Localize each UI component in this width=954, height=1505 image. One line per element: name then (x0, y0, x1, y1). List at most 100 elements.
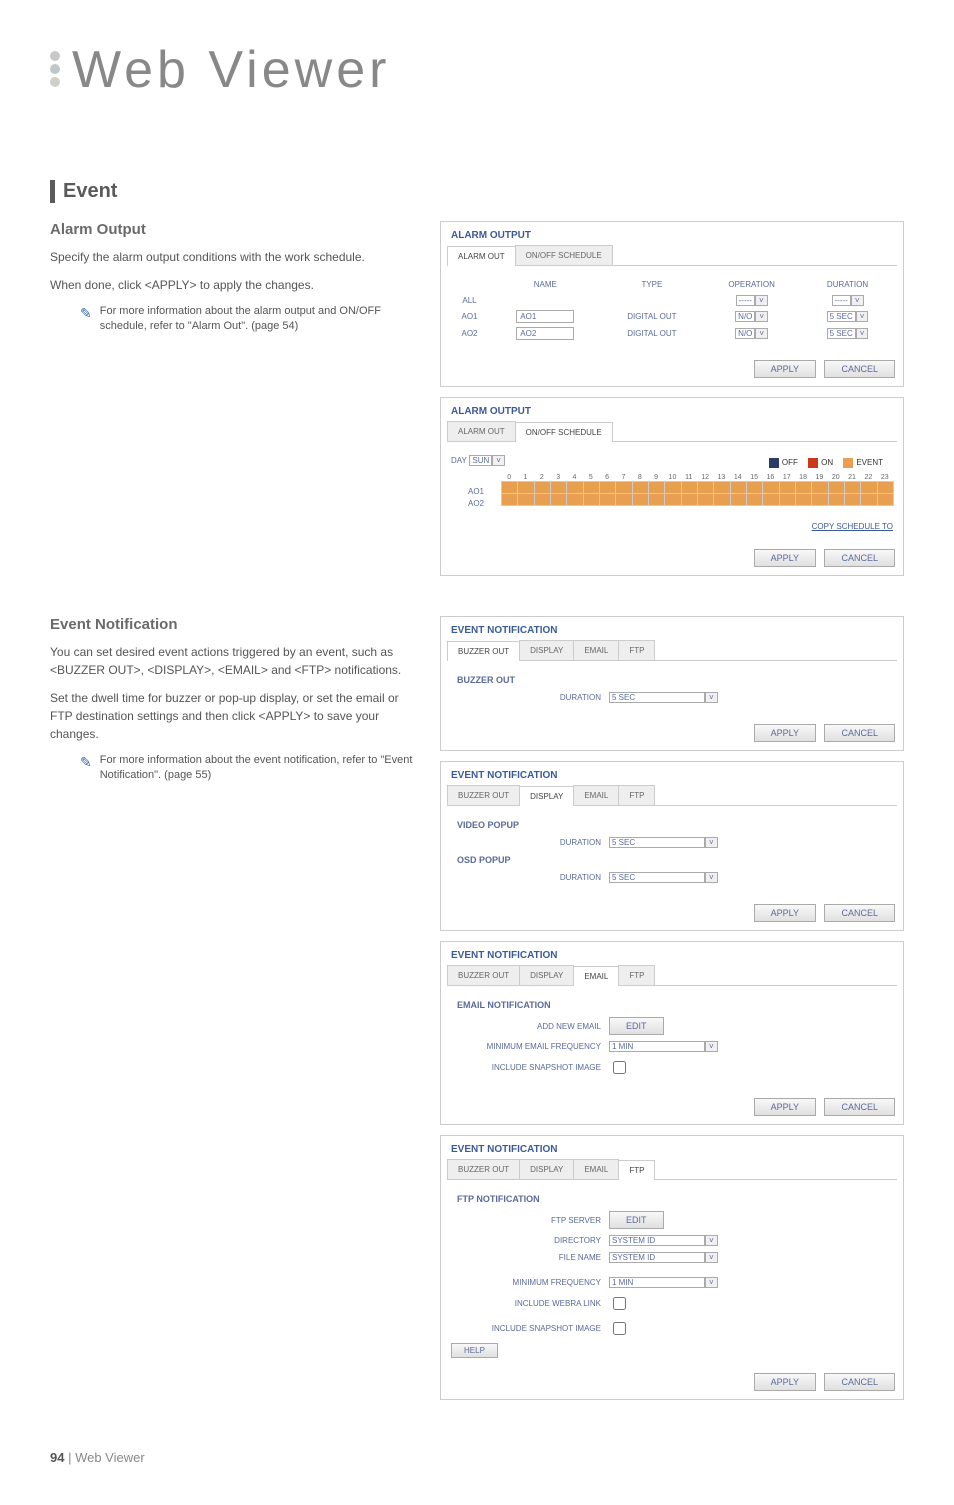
cancel-button[interactable]: CANCEL (824, 724, 895, 742)
hour-header: 01234567891011121314151617181920212223 (501, 474, 893, 481)
tab-buzzer-out[interactable]: BUZZER OUT (447, 965, 520, 985)
duration-select[interactable]: 5 SEC (609, 837, 705, 848)
filename-select[interactable]: SYSTEM ID (609, 1252, 705, 1263)
row-ao2: AO2 (451, 499, 501, 511)
snapshot-checkbox[interactable] (613, 1322, 626, 1335)
operation-select[interactable]: N/O (735, 328, 755, 339)
chevron-down-icon[interactable]: ˅ (755, 311, 768, 322)
schedule-row[interactable] (501, 481, 893, 493)
operation-select[interactable]: N/O (735, 311, 755, 322)
directory-select[interactable]: SYSTEM ID (609, 1235, 705, 1246)
chevron-down-icon[interactable]: ˅ (705, 692, 718, 703)
panel3-title: EVENT NOTIFICATION (441, 617, 903, 640)
cancel-button[interactable]: CANCEL (824, 1373, 895, 1391)
tab-email[interactable]: EMAIL (573, 640, 619, 660)
tab-display[interactable]: DISPLAY (519, 640, 574, 660)
min-freq-select[interactable]: 1 MIN (609, 1041, 705, 1052)
apply-button[interactable]: APPLY (754, 549, 816, 567)
panel2-title: ALARM OUTPUT (441, 398, 903, 421)
tab-display[interactable]: DISPLAY (519, 786, 574, 806)
cancel-button[interactable]: CANCEL (824, 549, 895, 567)
tab-display[interactable]: DISPLAY (519, 1159, 574, 1179)
tab-email[interactable]: EMAIL (573, 966, 619, 986)
chevron-down-icon[interactable]: ˅ (492, 455, 505, 466)
chevron-down-icon[interactable]: ˅ (851, 295, 864, 306)
cancel-button[interactable]: CANCEL (824, 1098, 895, 1116)
apply-button[interactable]: APPLY (754, 904, 816, 922)
schedule-row[interactable] (501, 493, 893, 505)
chevron-down-icon[interactable]: ˅ (705, 1252, 718, 1263)
edit-button[interactable]: EDIT (609, 1211, 664, 1229)
chevron-down-icon[interactable]: ˅ (705, 872, 718, 883)
duration-select[interactable]: 5 SEC (827, 311, 856, 322)
tab-buzzer-out[interactable]: BUZZER OUT (447, 641, 520, 661)
add-new-email-label: ADD NEW EMAIL (451, 1022, 609, 1031)
col-type: TYPE (603, 276, 702, 293)
tab-display[interactable]: DISPLAY (519, 965, 574, 985)
tab-ftp[interactable]: FTP (618, 785, 655, 805)
table-row: AO1 DIGITAL OUT N/O˅ 5 SEC˅ (451, 308, 893, 325)
copy-schedule-link[interactable]: COPY SCHEDULE TO (812, 522, 893, 531)
panel6-title: EVENT NOTIFICATION (441, 1136, 903, 1159)
event-notification-note: For more information about the event not… (100, 753, 420, 784)
day-label: DAY (451, 456, 467, 465)
alarm-output-panel: ALARM OUTPUT ALARM OUT ON/OFF SCHEDULE N… (440, 221, 904, 387)
tab-onoff-schedule[interactable]: ON/OFF SCHEDULE (515, 422, 613, 442)
chevron-down-icon[interactable]: ˅ (705, 1277, 718, 1288)
legend-event-swatch (843, 458, 853, 468)
operation-select[interactable]: ----- (736, 295, 755, 306)
duration-label: DURATION (451, 873, 609, 882)
buzzer-section: BUZZER OUT (451, 671, 893, 689)
duration-label: DURATION (451, 838, 609, 847)
pencil-icon: ✎ (80, 304, 92, 335)
duration-select[interactable]: 5 SEC (609, 872, 705, 883)
tab-email[interactable]: EMAIL (573, 1159, 619, 1179)
tab-ftp[interactable]: FTP (618, 640, 655, 660)
ftp-server-label: FTP SERVER (451, 1216, 609, 1225)
tab-buzzer-out[interactable]: BUZZER OUT (447, 1159, 520, 1179)
event-heading: Event (50, 180, 904, 203)
tab-email[interactable]: EMAIL (573, 785, 619, 805)
tab-ftp[interactable]: FTP (618, 965, 655, 985)
display-panel: EVENT NOTIFICATION BUZZER OUT DISPLAY EM… (440, 761, 904, 931)
chevron-down-icon[interactable]: ˅ (755, 328, 768, 339)
col-name: NAME (488, 276, 603, 293)
chevron-down-icon[interactable]: ˅ (705, 837, 718, 848)
tab-ftp[interactable]: FTP (618, 1160, 655, 1180)
chevron-down-icon[interactable]: ˅ (755, 295, 768, 306)
tab-alarm-out[interactable]: ALARM OUT (447, 246, 516, 266)
apply-button[interactable]: APPLY (754, 1373, 816, 1391)
col-duration: DURATION (802, 276, 893, 293)
apply-button[interactable]: APPLY (754, 1098, 816, 1116)
min-freq-label: MINIMUM FREQUENCY (451, 1278, 609, 1287)
min-freq-select[interactable]: 1 MIN (609, 1277, 705, 1288)
duration-select[interactable]: ----- (832, 295, 851, 306)
alarm-output-p2: When done, click <APPLY> to apply the ch… (50, 276, 420, 294)
edit-button[interactable]: EDIT (609, 1017, 664, 1035)
name-input[interactable] (516, 327, 574, 340)
apply-button[interactable]: APPLY (754, 360, 816, 378)
ftp-panel: EVENT NOTIFICATION BUZZER OUT DISPLAY EM… (440, 1135, 904, 1400)
event-notification-p1: You can set desired event actions trigge… (50, 643, 420, 679)
chevron-down-icon[interactable]: ˅ (856, 311, 869, 322)
webra-checkbox[interactable] (613, 1297, 626, 1310)
chevron-down-icon[interactable]: ˅ (705, 1041, 718, 1052)
chevron-down-icon[interactable]: ˅ (856, 328, 869, 339)
snapshot-label: INCLUDE SNAPSHOT IMAGE (451, 1063, 609, 1072)
duration-select[interactable]: 5 SEC (827, 328, 856, 339)
tab-onoff-schedule[interactable]: ON/OFF SCHEDULE (515, 245, 613, 265)
cancel-button[interactable]: CANCEL (824, 904, 895, 922)
name-input[interactable] (516, 310, 574, 323)
page-title: Web Viewer (72, 40, 390, 100)
apply-button[interactable]: APPLY (754, 724, 816, 742)
chevron-down-icon[interactable]: ˅ (705, 1235, 718, 1246)
help-button[interactable]: HELP (451, 1343, 498, 1358)
snapshot-checkbox[interactable] (613, 1061, 626, 1074)
alarm-output-p1: Specify the alarm output conditions with… (50, 248, 420, 266)
alarm-output-heading: Alarm Output (50, 221, 420, 238)
cancel-button[interactable]: CANCEL (824, 360, 895, 378)
tab-buzzer-out[interactable]: BUZZER OUT (447, 785, 520, 805)
tab-alarm-out[interactable]: ALARM OUT (447, 421, 516, 441)
duration-select[interactable]: 5 SEC (609, 692, 705, 703)
day-select[interactable]: SUN (469, 455, 492, 466)
